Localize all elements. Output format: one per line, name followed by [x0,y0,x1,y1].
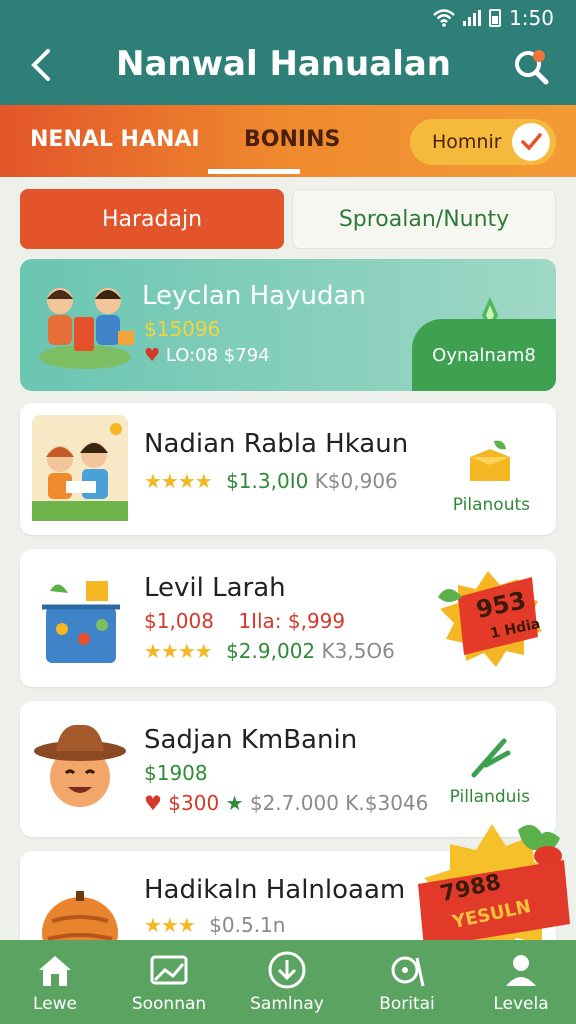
nav-samlnay[interactable]: Samlnay [232,950,342,1024]
segment-sproalan[interactable]: Sproalan/Nunty [292,189,556,249]
cowboy-face-icon [34,724,126,807]
nav-label: Levela [493,994,549,1014]
item-price-line: ★★★ $0.5.1n [144,913,285,937]
wifi-icon [433,9,455,27]
item-category: Pilanouts [452,495,530,515]
item-price-line: $1,008 1Ila: $,999 [144,609,345,633]
home-icon [39,956,71,986]
heart-icon: ♥ [144,345,161,366]
item-extra: K$0,906 [314,469,398,493]
basket-icon [42,581,120,663]
heart-icon: ♥ [144,791,162,815]
nav-label: Samlnay [250,994,324,1014]
kids-thumbnail-icon [32,415,128,521]
nav-label: Boritai [379,994,435,1014]
image-icon [150,955,188,985]
featured-meta-text: LO:08 $794 [165,345,270,366]
homnir-pill-button[interactable]: Homnir [410,119,556,165]
item-extra: 1Ila: $,999 [238,609,346,633]
star-rating: ★★★★ [144,469,213,493]
page-title: Nanwal Hanualan [116,44,452,84]
item-price: $1908 [144,761,208,785]
chevron-left-icon [31,49,50,81]
item-second-line: ♥ $300 ★ $2.7.000 K.$3046 [144,791,428,815]
app-header: 1:50 Nanwal Hanualan [0,0,576,105]
nav-soonnan[interactable]: Soonnan [114,950,224,1024]
item-category: Pillanduis [449,787,530,807]
list-item[interactable]: Sadjan KmBanin $1908 ♥ $300 ★ $2.7.000 K… [20,701,556,837]
list-item[interactable]: Nadian Rabla Hkaun ★★★★ $1.3,0I0 K$0,906… [20,403,556,535]
bottom-nav: Lewe Soonnan Samlnay Boritai Levela [0,940,576,1024]
leaf-icon [471,738,511,778]
battery-icon [489,9,502,27]
featured-price: $15096 [144,317,221,341]
item-extra-2: K3,5O6 [321,639,395,663]
tab-bar: NENAL HANAI BONINS Homnir [0,105,576,177]
nav-boritai[interactable]: Boritai [352,950,462,1024]
item-price-2: $300 [168,791,220,815]
search-button[interactable] [512,48,550,86]
item-price-2: $2.9,002 [226,639,316,663]
featured-meta: ♥ LO:08 $794 [144,345,270,366]
box-icon [470,440,510,481]
featured-cta-button[interactable]: Oynalnam8 [412,319,556,391]
star-rating: ★★★ [144,913,196,937]
item-price-line: ★★★★ $1.3,0I0 K$0,906 [144,469,398,493]
item-price: $1,008 [144,609,214,633]
nav-label: Lewe [33,994,77,1014]
item-extra-2: K.$3046 [345,791,429,815]
status-bar: 1:50 [433,6,554,30]
star-rating: ★★★★ [144,639,213,663]
pill-label: Homnir [432,131,502,153]
item-price: $1.3,0I0 [226,469,309,493]
nav-label: Soonnan [131,994,207,1014]
list-item[interactable]: Levil Larah $1,008 1Ila: $,999 ★★★★ $2.9… [20,549,556,687]
search-icon [515,50,549,85]
tab-nenal-hanai[interactable]: NENAL HANAI [30,127,200,152]
segment-haradajn[interactable]: Haradajn [20,189,284,249]
status-time: 1:50 [509,6,554,30]
family-illustration-icon [39,288,134,369]
user-icon [506,955,536,986]
item-price-line: $1908 [144,761,208,785]
nav-lewe[interactable]: Lewe [0,950,110,1024]
featured-card[interactable]: Leyclan Hayudan $15096 ♥ LO:08 $794 Oyna… [20,259,556,391]
featured-name: Leyclan Hayudan [142,281,366,311]
nav-levela[interactable]: Levela [466,950,576,1024]
download-icon [268,951,306,989]
item-second-line: ★★★★ $2.9,002 K3,5O6 [144,639,395,663]
item-price: $0.5.1n [209,913,286,937]
back-button[interactable] [22,45,62,85]
item-name: Hadikaln Halnloaam [144,875,406,905]
item-mid: $2.7.000 [249,791,339,815]
item-name: Sadjan KmBanin [144,725,358,755]
tab-bonins[interactable]: BONINS [244,127,340,152]
item-name: Levil Larah [144,573,286,603]
signal-icon [463,10,482,26]
music-icon [391,956,425,987]
active-tab-indicator [208,169,300,174]
star-icon: ★ [225,791,244,815]
item-name: Nadian Rabla Hkaun [144,429,409,459]
check-icon [512,123,550,161]
